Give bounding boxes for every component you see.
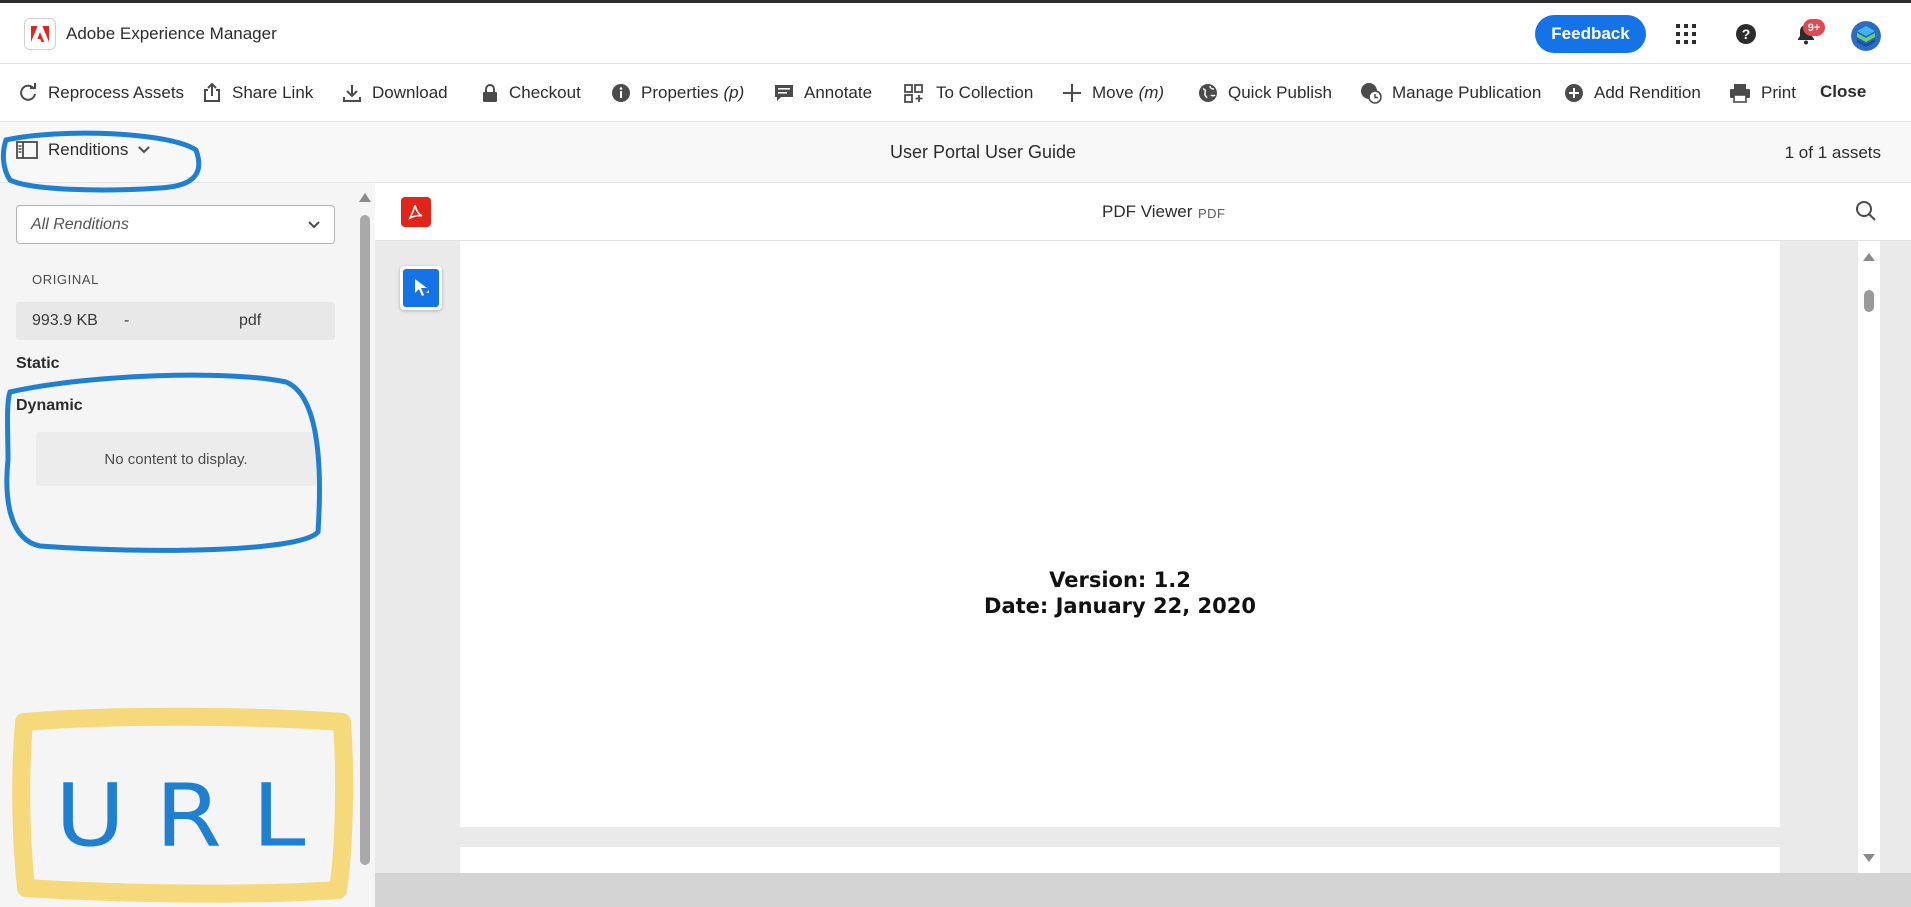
asset-subheader: Renditions User Portal User Guide 1 of 1… <box>0 122 1911 183</box>
renditions-filter-select[interactable]: All Renditions <box>16 205 335 244</box>
select-tool-button[interactable] <box>400 266 442 310</box>
asset-count: 1 of 1 assets <box>1784 143 1881 162</box>
download-icon <box>343 85 361 102</box>
collection-icon <box>904 84 923 103</box>
reprocess-assets-button[interactable]: Reprocess Assets <box>18 81 184 105</box>
app-name: Adobe Experience Manager <box>66 24 277 43</box>
manage-publication-label: Manage Publication <box>1392 83 1542 102</box>
shell-bar: Adobe Experience Manager Feedback ? 9+ <box>0 0 1911 64</box>
page-date-line: Date: January 22, 2020 <box>984 594 1256 618</box>
move-label: Move <box>1092 83 1134 102</box>
svg-text:?: ? <box>1742 26 1751 42</box>
scroll-up-arrow[interactable] <box>1863 253 1875 261</box>
lock-icon <box>483 84 497 102</box>
asset-title: User Portal User Guide <box>890 142 1077 162</box>
rail-scrollbar[interactable] <box>355 183 375 907</box>
brand[interactable]: Adobe Experience Manager <box>24 18 277 50</box>
download-label: Download <box>372 83 448 102</box>
properties-label: Properties <box>641 83 719 102</box>
to-collection-button[interactable]: To Collection <box>904 81 1033 105</box>
manage-publication-button[interactable]: Manage Publication <box>1360 81 1541 105</box>
comment-icon <box>775 85 793 101</box>
rendition-size: 993.9 KB <box>32 312 98 329</box>
pointer-icon <box>415 279 429 296</box>
handwritten-url-annotation: URL <box>55 765 336 867</box>
viewer-file-type: PDF <box>1198 206 1226 221</box>
rail-label: Renditions <box>48 140 129 159</box>
feedback-button[interactable]: Feedback <box>1535 15 1646 53</box>
notification-badge: 9+ <box>1803 19 1825 36</box>
move-button[interactable]: Move (m) <box>1062 81 1164 105</box>
page-version-line: Version: 1.2 <box>1049 568 1191 592</box>
properties-shortcut: (p) <box>723 83 745 102</box>
checkout-button[interactable]: Checkout <box>481 81 581 105</box>
share-link-label: Share Link <box>232 83 314 102</box>
properties-button[interactable]: Properties (p) <box>611 81 744 105</box>
dynamic-empty-state: No content to display. <box>36 432 316 486</box>
pdf-viewer-toolbar: PDF Viewer PDF <box>375 183 1911 241</box>
search-icon[interactable] <box>1855 200 1877 227</box>
document-scrollbar[interactable] <box>1858 241 1880 873</box>
add-circle-icon <box>1565 84 1583 102</box>
viewer-bottom-strip <box>375 873 1911 907</box>
dynamic-section-label: Dynamic <box>16 397 83 414</box>
help-icon[interactable]: ? <box>1733 21 1759 47</box>
acrobat-icon <box>401 197 431 227</box>
add-rendition-label: Add Rendition <box>1594 83 1701 102</box>
original-section-label: ORIGINAL <box>32 272 99 287</box>
refresh-icon <box>20 83 36 101</box>
download-button[interactable]: Download <box>342 81 448 105</box>
scroll-down-arrow[interactable] <box>1863 854 1875 862</box>
globe-icon <box>1199 84 1217 102</box>
annotate-label: Annotate <box>804 83 873 102</box>
move-icon <box>1063 84 1081 102</box>
pdf-page: Version: 1.2 Date: January 22, 2020 <box>460 241 1780 827</box>
rendition-format: pdf <box>239 312 262 329</box>
quick-publish-label: Quick Publish <box>1228 83 1332 102</box>
renditions-filter-value: All Renditions <box>31 215 129 233</box>
quick-publish-button[interactable]: Quick Publish <box>1198 81 1332 105</box>
rail-panel-icon <box>16 141 38 159</box>
to-collection-label: To Collection <box>936 83 1034 102</box>
close-button[interactable]: Close <box>1820 82 1866 102</box>
asset-action-bar: Reprocess Assets Share Link Download Che… <box>0 64 1911 122</box>
move-shortcut: (m) <box>1138 83 1165 102</box>
chevron-down-icon <box>308 220 320 228</box>
checkout-label: Checkout <box>509 83 581 102</box>
print-button[interactable]: Print <box>1729 81 1796 105</box>
rendition-dimensions: - <box>124 312 130 329</box>
info-icon <box>612 84 630 102</box>
globe-clock-icon <box>1361 83 1382 104</box>
printer-icon <box>1730 84 1750 103</box>
share-icon <box>204 83 220 102</box>
print-label: Print <box>1761 83 1796 102</box>
reprocess-label: Reprocess Assets <box>48 83 185 102</box>
add-rendition-button[interactable]: Add Rendition <box>1564 81 1701 105</box>
share-link-button[interactable]: Share Link <box>202 81 313 105</box>
scrollbar-thumb[interactable] <box>1864 290 1874 312</box>
static-section-label: Static <box>16 355 60 372</box>
rail-toggle-dropdown[interactable]: Renditions <box>16 140 151 160</box>
viewer-title: PDF Viewer <box>1102 202 1193 221</box>
avatar[interactable] <box>1851 21 1881 51</box>
original-rendition-row[interactable]: 993.9 KB - pdf <box>16 302 335 340</box>
scrollbar-thumb[interactable] <box>360 215 370 865</box>
adobe-logo-icon <box>24 18 56 50</box>
scroll-up-arrow[interactable] <box>359 193 371 202</box>
app-grid-icon[interactable] <box>1673 21 1699 47</box>
chevron-down-icon <box>138 146 151 154</box>
annotate-button[interactable]: Annotate <box>774 81 872 105</box>
